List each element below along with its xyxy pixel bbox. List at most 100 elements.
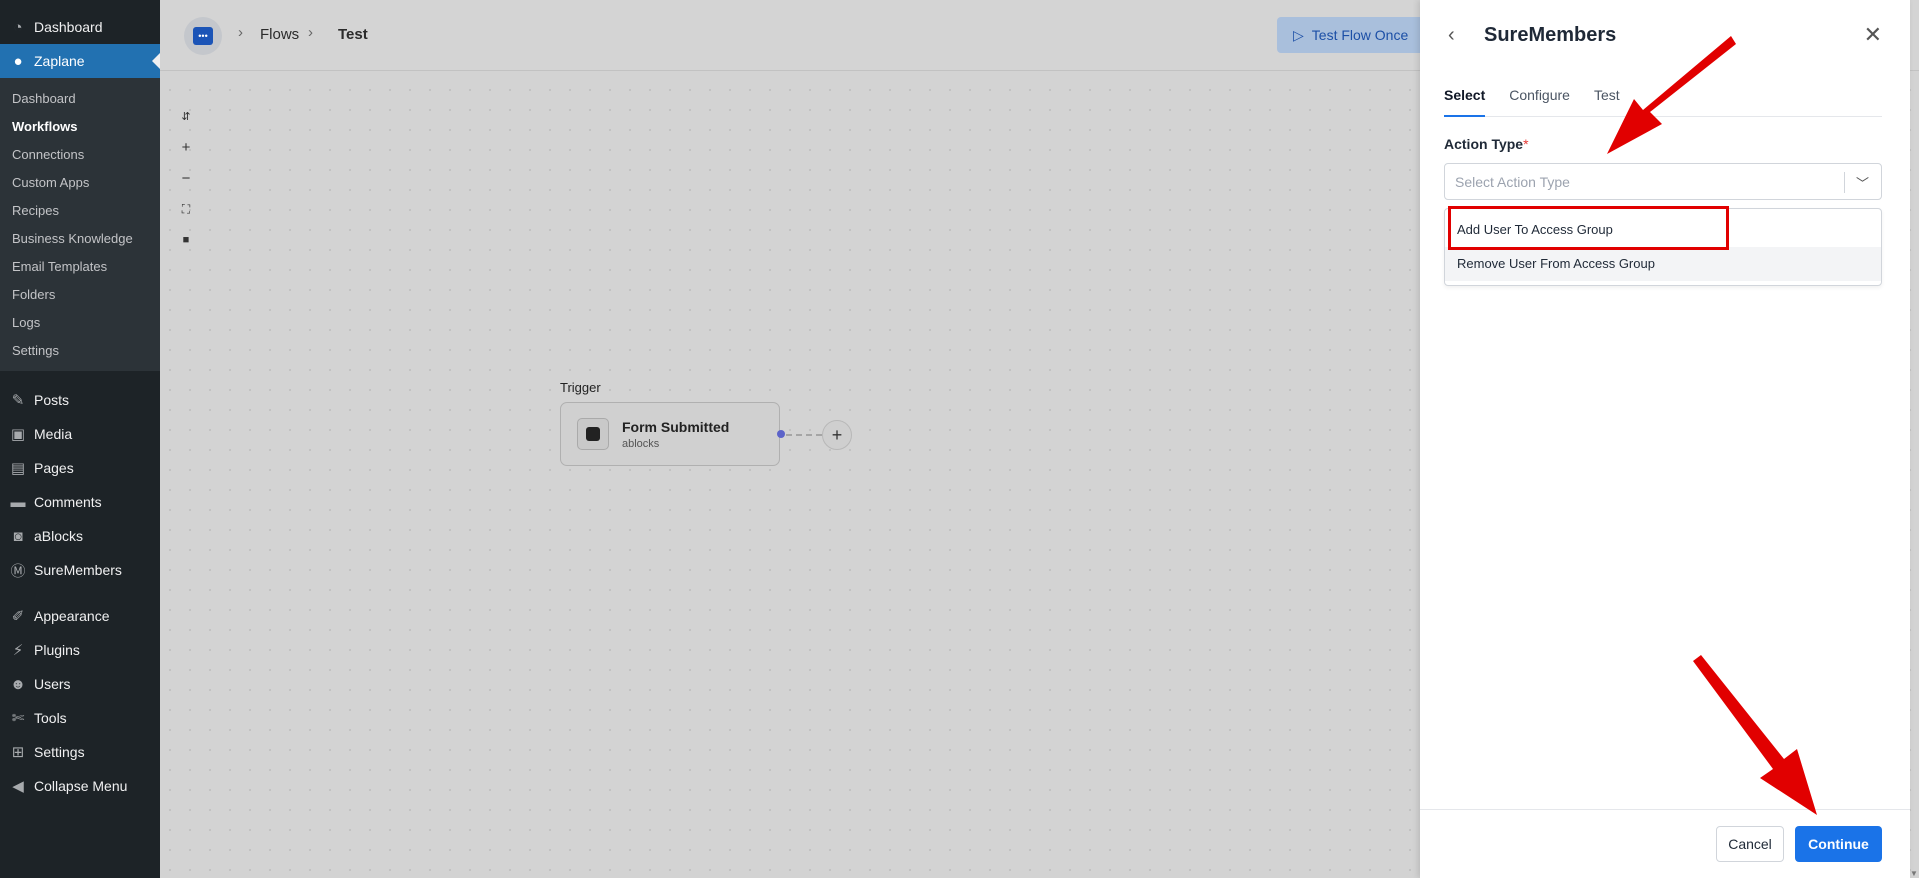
option-remove-user-from-access-group[interactable]: Remove User From Access Group	[1445, 247, 1881, 281]
node-subtitle: ablocks	[622, 437, 660, 450]
menu-posts[interactable]: ✎ Posts	[0, 383, 160, 417]
settings-icon: ⊞	[11, 744, 25, 761]
submenu-connections[interactable]: Connections	[0, 141, 160, 169]
media-icon: ▣	[10, 426, 26, 443]
menu-label: Collapse Menu	[34, 778, 128, 794]
menu-tools[interactable]: ✄ Tools	[0, 701, 160, 735]
menu-label: Users	[34, 676, 71, 692]
chevron-right-icon: ›	[308, 24, 313, 41]
submenu-email-templates[interactable]: Email Templates	[0, 253, 160, 281]
action-type-select[interactable]: Select Action Type ﹀	[1444, 163, 1882, 200]
menu-label: aBlocks	[34, 528, 84, 544]
zaplane-submenu: Dashboard Workflows Connections Custom A…	[0, 78, 160, 371]
action-type-text: Action Type	[1444, 136, 1524, 152]
drawer-title: SureMembers	[1484, 24, 1617, 46]
trigger-label: Trigger	[560, 380, 601, 395]
user-icon: ☻	[10, 675, 26, 693]
add-step-button[interactable]: +	[822, 420, 852, 450]
menu-appearance[interactable]: ✐ Appearance	[0, 599, 160, 633]
option-add-user-to-access-group[interactable]: Add User To Access Group	[1445, 213, 1881, 247]
cancel-button[interactable]: Cancel	[1716, 826, 1784, 862]
menu-label: Settings	[34, 744, 85, 760]
ablocks-app-icon	[577, 418, 609, 450]
tab-select[interactable]: Select	[1444, 86, 1486, 117]
comments-icon: ▬	[10, 493, 26, 511]
menu-comments[interactable]: ▬ Comments	[0, 485, 160, 519]
menu-dashboard[interactable]: ◔ Dashboard	[0, 10, 160, 44]
select-placeholder: Select Action Type	[1455, 173, 1570, 190]
menu-pages[interactable]: ▤ Pages	[0, 451, 160, 485]
required-mark: *	[1523, 136, 1529, 152]
action-type-dropdown: Add User To Access Group Remove User Fro…	[1444, 208, 1882, 286]
drawer-tabs: Select Configure Test	[1444, 86, 1882, 117]
scroll-down-icon[interactable]: ▼	[1910, 869, 1919, 878]
menu-suremembers[interactable]: Ⓜ SureMembers	[0, 553, 160, 587]
menu-label: Zaplane	[34, 53, 85, 69]
menu-plugins[interactable]: ⚡ Plugins	[0, 633, 160, 667]
menu-label: Posts	[34, 392, 70, 408]
menu-media[interactable]: ▣ Media	[0, 417, 160, 451]
drawer-header: ‹ SureMembers	[1448, 24, 1616, 47]
test-flow-label: Test Flow Once	[1311, 27, 1409, 43]
zoom-out-icon[interactable]: −	[176, 168, 196, 188]
menu-label: Plugins	[34, 642, 80, 658]
menu-label: Tools	[34, 710, 67, 726]
reorder-icon[interactable]: ⇵	[176, 106, 196, 126]
menu-label: SureMembers	[34, 562, 122, 578]
canvas-toolbar: ⇵ + − ⛶ ■	[176, 106, 196, 261]
ablocks-icon: ◙	[13, 527, 23, 545]
node-title: Form Submitted	[622, 418, 730, 435]
suremembers-icon: Ⓜ	[10, 562, 26, 580]
menu-label: Comments	[34, 494, 102, 510]
zoom-in-icon[interactable]: +	[176, 137, 196, 157]
zaplane-logo[interactable]: •••	[184, 17, 222, 55]
menu-label: Dashboard	[34, 19, 103, 35]
submenu-business-knowledge[interactable]: Business Knowledge	[0, 225, 160, 253]
trigger-node[interactable]: Form Submitted ablocks	[560, 402, 780, 466]
fit-view-icon[interactable]: ⛶	[176, 199, 196, 219]
menu-label: Media	[34, 426, 73, 442]
wrench-icon: ✄	[11, 710, 25, 727]
chevron-down-icon[interactable]: ﹀	[1856, 173, 1869, 192]
submenu-custom-apps[interactable]: Custom Apps	[0, 169, 160, 197]
menu-ablocks[interactable]: ◙ aBlocks	[0, 519, 160, 553]
zaplane-logo-icon: •••	[193, 27, 213, 45]
drawer-footer-divider	[1420, 809, 1910, 810]
menu-label: Pages	[34, 460, 74, 476]
chevron-right-icon: ›	[238, 24, 243, 41]
select-divider	[1844, 172, 1845, 193]
submenu-dashboard[interactable]: Dashboard	[0, 85, 160, 113]
test-flow-button[interactable]: ▷ Test Flow Once	[1277, 17, 1427, 53]
play-icon: ▷	[1293, 26, 1304, 43]
pin-icon: ✎	[11, 392, 25, 409]
menu-collapse[interactable]: ◀ Collapse Menu	[0, 769, 160, 803]
close-icon[interactable]: ✕	[1864, 22, 1882, 48]
admin-sidebar: ◔ Dashboard ● Zaplane Dashboard Workflow…	[0, 0, 160, 878]
tab-test[interactable]: Test	[1594, 86, 1620, 117]
submenu-logs[interactable]: Logs	[0, 309, 160, 337]
plug-icon: ⚡	[12, 642, 24, 659]
menu-users[interactable]: ☻ Users	[0, 667, 160, 701]
connector-line	[786, 434, 822, 436]
action-drawer: ‹ SureMembers ✕ Select Configure Test Ac…	[1420, 0, 1910, 878]
menu-zaplane[interactable]: ● Zaplane	[0, 44, 160, 78]
submenu-folders[interactable]: Folders	[0, 281, 160, 309]
back-chevron-icon[interactable]: ‹	[1448, 24, 1468, 47]
menu-label: Appearance	[34, 608, 110, 624]
brush-icon: ✐	[11, 608, 25, 625]
collapse-icon: ◀	[12, 778, 24, 795]
pages-icon: ▤	[10, 460, 26, 477]
submenu-recipes[interactable]: Recipes	[0, 197, 160, 225]
breadcrumb-current: Test	[338, 26, 368, 43]
action-type-label: Action Type*	[1444, 136, 1529, 152]
lock-icon[interactable]: ■	[176, 230, 196, 250]
breadcrumb-flows[interactable]: Flows	[260, 26, 299, 43]
submenu-settings[interactable]: Settings	[0, 337, 160, 365]
menu-settings[interactable]: ⊞ Settings	[0, 735, 160, 769]
dashboard-icon: ◔	[13, 18, 23, 36]
connector-dot[interactable]	[777, 430, 785, 438]
zaplane-icon: ●	[13, 52, 23, 70]
tab-configure[interactable]: Configure	[1509, 86, 1570, 117]
submenu-workflows[interactable]: Workflows	[0, 113, 160, 141]
continue-button[interactable]: Continue	[1795, 826, 1882, 862]
